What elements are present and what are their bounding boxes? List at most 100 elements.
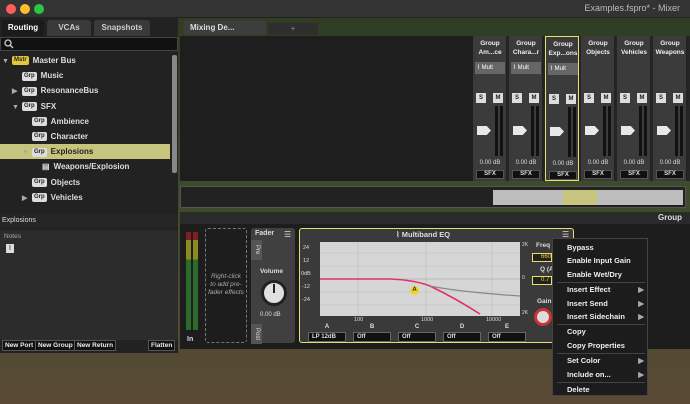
band-type-select-e[interactable]: Off [488,332,526,342]
mute-button[interactable]: M [529,93,539,103]
strip-output-select[interactable]: SFX [584,170,612,179]
strip-meter [608,106,611,156]
strip-fader-handle[interactable] [621,126,635,135]
menu-item-insert-effect[interactable]: Insert Effect ▶ [553,283,649,296]
menu-item-set-color[interactable]: Set Color ▶ [553,354,649,367]
submenu-arrow-icon: ▶ [638,298,644,308]
tree-item-character[interactable]: Grp Character [0,129,170,144]
freq-value[interactable]: 660 [532,253,552,262]
menu-item-insert-sidechain[interactable]: Insert Sidechain ▶ [553,310,649,323]
zoom-window-button[interactable] [34,4,44,14]
strip-volume: 0.00 dB [552,161,574,167]
tree-item-master-bus[interactable]: ▼ Mstr Master Bus [0,53,170,68]
menu-item-bypass[interactable]: Bypass [553,241,649,254]
mute-button[interactable]: M [673,93,683,103]
solo-button[interactable]: S [656,93,666,103]
strip-meter [603,106,606,156]
volume-knob[interactable] [261,280,287,306]
solo-button[interactable]: S [584,93,594,103]
band-type-select-a[interactable]: LP 12dB [308,332,346,342]
channel-strip-objects[interactable]: Group Objects S M 0.00 dB SFX [581,36,615,181]
new-port-button[interactable]: New Port [2,340,37,351]
mixer-overview-scrollbar[interactable] [180,186,686,208]
mute-button[interactable]: M [637,93,647,103]
expand-down-icon[interactable]: ▼ [12,100,22,115]
mute-button[interactable]: M [566,94,576,104]
add-view-button[interactable]: + [268,23,318,35]
strip-effect-slot[interactable]: ⌇ Mult [548,63,578,75]
submenu-arrow-icon: ▶ [638,285,644,295]
strip-output-select[interactable]: SFX [620,170,648,179]
minimize-window-button[interactable] [20,4,30,14]
menu-item-insert-send[interactable]: Insert Send ▶ [553,297,649,310]
menu-item-enable-input-gain[interactable]: Enable Input Gain [553,254,649,267]
tree-item-explosions[interactable]: ▼ Grp Explosions [0,144,170,160]
strip-output-select[interactable]: SFX [476,170,504,179]
band-type-select-b[interactable]: Off [353,332,391,342]
flatten-button[interactable]: Flatten [148,340,176,351]
x-tick-1000: 1000 [421,317,434,323]
submenu-arrow-icon: ▶ [638,356,644,366]
expand-down-icon[interactable]: ▼ [22,145,32,160]
q-value[interactable]: 0.7 [532,276,552,285]
fader-menu-icon[interactable]: ☰ [284,230,291,239]
tab-routing[interactable]: Routing [2,20,44,36]
solo-button[interactable]: S [512,93,522,103]
band-type-select-d[interactable]: Off [443,332,481,342]
new-return-button[interactable]: New Return [74,340,117,351]
strip-fader-handle[interactable] [550,127,564,136]
right-tick-top: 2K [522,242,529,248]
strip-fader-handle[interactable] [477,126,491,135]
tab-mixing-desk[interactable]: Mixing De... [184,21,266,35]
notes-panel[interactable]: Notes I [0,230,178,340]
channel-strip-weapons[interactable]: Group Weapons S M 0.00 dB SFX [653,36,687,181]
strip-output-select[interactable]: SFX [549,171,577,180]
band-a-handle[interactable]: A [410,286,419,295]
tree-item-ambience[interactable]: Grp Ambience [0,114,170,129]
menu-item-copy-properties[interactable]: Copy Properties [553,339,649,352]
strip-fader-handle[interactable] [585,126,599,135]
expand-right-icon[interactable]: ▶ [12,84,22,99]
tab-vcas[interactable]: VCAs [47,20,91,36]
search-input[interactable] [0,37,178,51]
channel-strip-vehicles[interactable]: Group Vehicles S M 0.00 dB SFX [617,36,651,181]
tree-item-vehicles[interactable]: ▶ Grp Vehicles [0,190,170,205]
tree-scrollbar[interactable] [172,55,177,173]
strip-effect-slot[interactable]: ⌇ Mult [475,62,505,74]
tree-item-sfx[interactable]: ▼ Grp SFX [0,99,170,114]
menu-item-delete[interactable]: Delete [553,383,649,396]
strip-fader-handle[interactable] [513,126,527,135]
mute-button[interactable]: M [601,93,611,103]
menu-item-include-on[interactable]: Include on... ▶ [553,368,649,381]
close-window-button[interactable] [6,4,16,14]
mute-button[interactable]: M [493,93,503,103]
tab-snapshots[interactable]: Snapshots [94,20,150,36]
pre-fader-slot[interactable]: Right-click to add pre-fader effects [205,228,247,343]
expand-right-icon[interactable]: ▶ [22,191,32,206]
solo-button[interactable]: S [476,93,486,103]
eq-title: ⌇ Multiband EQ [396,230,451,239]
tree-item-resonancebus[interactable]: ▶ Grp ResonanceBus [0,83,170,98]
channel-strip-chara-r[interactable]: Group Chara...r ⌇ Mult S M 0.00 dB SFX [509,36,543,181]
channel-strip-exp-ons[interactable]: Group Exp...ons ⌇ Mult S M 0.00 dB SFX [545,36,579,181]
strip-output-select[interactable]: SFX [512,170,540,179]
eq-graph[interactable]: A [320,242,520,316]
fader-title: Fader [255,230,275,237]
expand-down-icon[interactable]: ▼ [2,54,12,69]
strip-effect-slot[interactable]: ⌇ Mult [511,62,541,74]
channel-strip-am-ce[interactable]: Group Am...ce ⌇ Mult S M 0.00 dB SFX [473,36,507,181]
menu-item-label: Insert Send [567,298,608,308]
menu-item-copy[interactable]: Copy [553,325,649,338]
menu-item-enable-wet-dry[interactable]: Enable Wet/Dry [553,268,649,281]
tree-item-objects[interactable]: Grp Objects [0,175,170,190]
strip-fader-handle[interactable] [657,126,671,135]
strip-output-select[interactable]: SFX [656,170,684,179]
tree-item-weapons-explosion[interactable]: ▤ Weapons/Explosion [0,159,170,174]
solo-button[interactable]: S [620,93,630,103]
tree-item-music[interactable]: Grp Music [0,68,170,83]
gain-knob[interactable] [534,308,552,326]
band-type-select-c[interactable]: Off [398,332,436,342]
new-group-button[interactable]: New Group [35,340,76,351]
title-bar: Examples.fspro* - Mixer [0,0,690,18]
solo-button[interactable]: S [549,94,559,104]
